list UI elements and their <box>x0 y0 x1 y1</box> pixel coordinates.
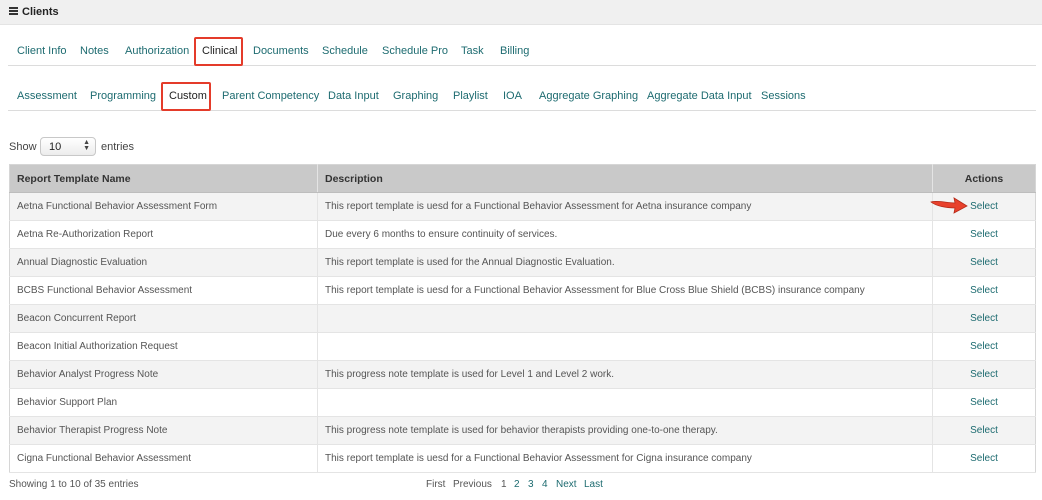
template-description <box>317 388 933 417</box>
tab-schedule[interactable]: Schedule <box>322 45 368 57</box>
tabs-divider <box>8 65 1036 66</box>
table-row: Aetna Functional Behavior Assessment For… <box>9 192 1036 221</box>
select-link[interactable]: Select <box>932 332 1036 361</box>
entries-label: entries <box>101 141 135 153</box>
section-title: Clients <box>22 6 59 18</box>
template-name: Annual Diagnostic Evaluation <box>9 248 318 277</box>
hamburger-icon[interactable] <box>9 7 18 15</box>
pagination-previous: Previous <box>453 479 492 490</box>
template-description: This report template is used for the Ann… <box>317 248 933 277</box>
table-row: BCBS Functional Behavior Assessment This… <box>9 276 1036 305</box>
select-link[interactable]: Select <box>932 444 1036 473</box>
annotation-arrow-icon <box>930 197 968 214</box>
template-name: BCBS Functional Behavior Assessment <box>9 276 318 305</box>
template-description: This report template is uesd for a Funct… <box>317 444 933 473</box>
subtab-playlist[interactable]: Playlist <box>453 90 488 102</box>
column-header-actions: Actions <box>932 164 1036 193</box>
pagination-page-current: 1 <box>501 479 507 490</box>
pagination-page[interactable]: 2 <box>514 479 520 490</box>
entries-select-value: 10 <box>49 141 62 153</box>
select-link[interactable]: Select <box>932 220 1036 249</box>
entries-select[interactable]: 10 ▲ ▼ <box>40 137 96 156</box>
main-tabs: Client Info Notes Authorization Clinical… <box>8 45 1036 69</box>
section-header: Clients <box>0 0 1042 25</box>
tab-documents[interactable]: Documents <box>253 45 309 57</box>
column-header-description[interactable]: Description <box>317 164 933 193</box>
table-row: Annual Diagnostic Evaluation This report… <box>9 248 1036 277</box>
tab-notes[interactable]: Notes <box>80 45 109 57</box>
subtab-data-input[interactable]: Data Input <box>328 90 379 102</box>
template-description: This report template is uesd for a Funct… <box>317 192 933 221</box>
table-header-row: Report Template Name Description Actions <box>9 164 1036 193</box>
template-name: Cigna Functional Behavior Assessment <box>9 444 318 473</box>
table-row: Beacon Initial Authorization Request Sel… <box>9 332 1036 361</box>
subtab-programming[interactable]: Programming <box>90 90 156 102</box>
subtab-aggregate-graphing[interactable]: Aggregate Graphing <box>539 90 638 102</box>
tab-billing[interactable]: Billing <box>500 45 529 57</box>
select-link[interactable]: Select <box>932 276 1036 305</box>
table-info: Showing 1 to 10 of 35 entries <box>9 479 139 490</box>
pagination-next[interactable]: Next <box>556 479 577 490</box>
template-description: This report template is uesd for a Funct… <box>317 276 933 305</box>
tab-client-info[interactable]: Client Info <box>17 45 67 57</box>
custom-highlight-box <box>161 82 211 111</box>
template-description <box>317 304 933 333</box>
template-description: This progress note template is used for … <box>317 360 933 389</box>
template-name: Aetna Functional Behavior Assessment For… <box>9 192 318 221</box>
tab-schedule-pro[interactable]: Schedule Pro <box>382 45 448 57</box>
table-row: Behavior Analyst Progress Note This prog… <box>9 360 1036 389</box>
table-row: Aetna Re-Authorization Report Due every … <box>9 220 1036 249</box>
select-link[interactable]: Select <box>932 416 1036 445</box>
show-label: Show <box>9 141 37 153</box>
select-link[interactable]: Select <box>932 360 1036 389</box>
clinical-highlight-box <box>194 37 243 66</box>
template-name: Aetna Re-Authorization Report <box>9 220 318 249</box>
template-name: Behavior Therapist Progress Note <box>9 416 318 445</box>
table-row: Behavior Support Plan Select <box>9 388 1036 417</box>
pagination-page[interactable]: 3 <box>528 479 534 490</box>
table-row: Beacon Concurrent Report Select <box>9 304 1036 333</box>
pagination-last[interactable]: Last <box>584 479 603 490</box>
select-link[interactable]: Select <box>932 248 1036 277</box>
pagination-first: First <box>426 479 446 490</box>
template-description: This progress note template is used for … <box>317 416 933 445</box>
pagination-page[interactable]: 4 <box>542 479 548 490</box>
select-arrows-icon: ▲ ▼ <box>83 139 90 152</box>
column-header-name[interactable]: Report Template Name <box>9 164 318 193</box>
subtab-graphing[interactable]: Graphing <box>393 90 438 102</box>
subtab-assessment[interactable]: Assessment <box>17 90 77 102</box>
subtab-ioa[interactable]: IOA <box>503 90 522 102</box>
template-name: Beacon Initial Authorization Request <box>9 332 318 361</box>
subtab-sessions[interactable]: Sessions <box>761 90 806 102</box>
select-link[interactable]: Select <box>932 388 1036 417</box>
tab-task[interactable]: Task <box>461 45 484 57</box>
table-row: Behavior Therapist Progress Note This pr… <box>9 416 1036 445</box>
subtab-aggregate-data-input[interactable]: Aggregate Data Input <box>647 90 752 102</box>
template-description: Due every 6 months to ensure continuity … <box>317 220 933 249</box>
table-row: Cigna Functional Behavior Assessment Thi… <box>9 444 1036 473</box>
template-description <box>317 332 933 361</box>
template-name: Behavior Analyst Progress Note <box>9 360 318 389</box>
tab-authorization[interactable]: Authorization <box>125 45 189 57</box>
select-link[interactable]: Select <box>932 304 1036 333</box>
subtab-parent-competency[interactable]: Parent Competency <box>222 90 319 102</box>
template-name: Beacon Concurrent Report <box>9 304 318 333</box>
template-name: Behavior Support Plan <box>9 388 318 417</box>
templates-table: Report Template Name Description Actions… <box>9 164 1036 473</box>
